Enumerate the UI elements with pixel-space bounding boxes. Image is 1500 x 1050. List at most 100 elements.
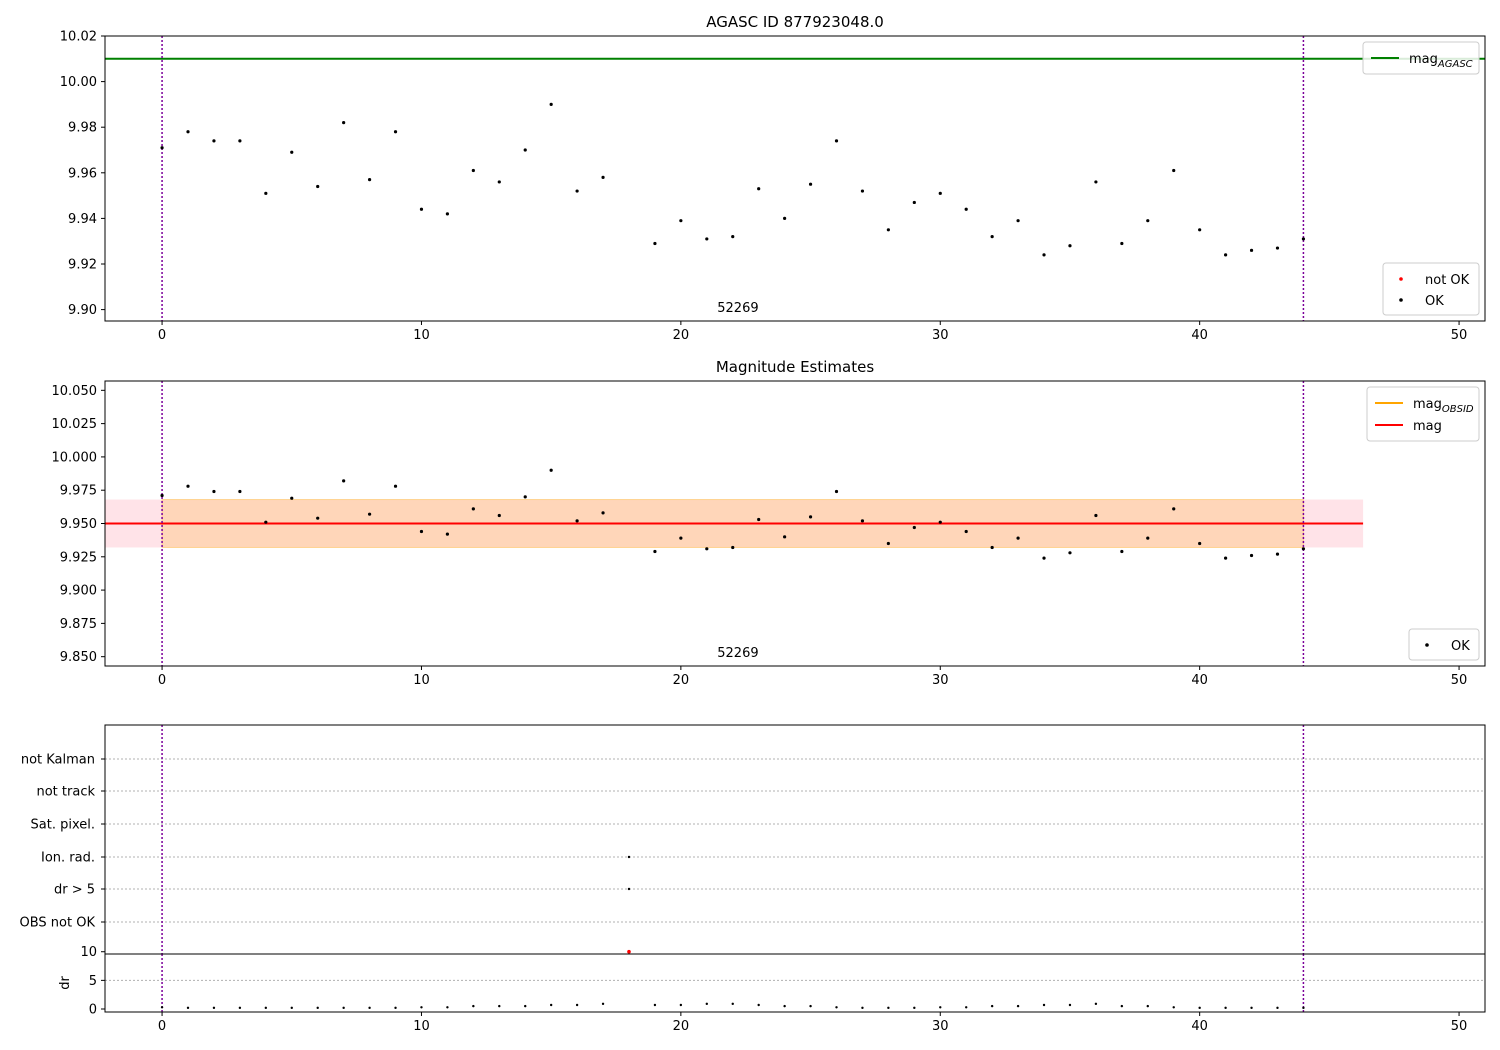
- data-point: [783, 216, 787, 220]
- dr-point: [212, 1006, 216, 1010]
- data-point: [575, 189, 579, 193]
- data-point: [964, 529, 968, 534]
- dr-point: [601, 1002, 605, 1006]
- y-tick-label: 9.94: [68, 212, 97, 227]
- dr-point: [1224, 1006, 1227, 1010]
- data-point: [1198, 228, 1202, 232]
- data-point: [1120, 241, 1124, 246]
- data-point: [575, 519, 579, 523]
- data-point: [1146, 219, 1150, 223]
- dr-point: [1120, 1004, 1124, 1008]
- data-point: [445, 532, 450, 536]
- data-point: [393, 484, 398, 488]
- y-tick-label: 9.850: [60, 650, 97, 665]
- dr-point: [679, 1003, 683, 1007]
- dr-point: [160, 1006, 164, 1009]
- dr-point: [705, 1002, 709, 1006]
- dr-point: [861, 1006, 864, 1010]
- data-point: [679, 219, 683, 223]
- y-tick-label: 9.950: [60, 517, 97, 532]
- data-point: [1224, 253, 1228, 257]
- data-point: [1249, 248, 1254, 252]
- x-tick-label: 40: [1191, 1019, 1208, 1034]
- y-tick-label: 10.00: [60, 75, 97, 90]
- dr-point: [783, 1004, 786, 1008]
- dr-point: [939, 1006, 942, 1009]
- data-point: [834, 139, 839, 143]
- data-point: [549, 102, 553, 106]
- data-point: [264, 520, 268, 524]
- x-tick-label: 20: [673, 1019, 690, 1034]
- data-point: [367, 178, 372, 182]
- data-point: [731, 545, 735, 550]
- dr-point: [342, 1006, 345, 1010]
- data-point: [342, 121, 346, 125]
- data-point: [860, 519, 865, 523]
- dr-point: [731, 1002, 734, 1006]
- data-point: [731, 235, 735, 239]
- flag-label: not track: [36, 785, 95, 800]
- dr-point: [575, 1003, 579, 1007]
- legend-line-label-main: mag: [1413, 419, 1442, 434]
- legend-line-label: mag: [1413, 419, 1442, 434]
- dr-point: [420, 1006, 423, 1009]
- data-point: [186, 484, 190, 488]
- data-point: [705, 547, 709, 551]
- dr-point: [1016, 1004, 1020, 1008]
- y-tick-label: 9.900: [60, 584, 97, 599]
- y-tick-label: 9.98: [68, 121, 97, 136]
- dr-point: [549, 1003, 553, 1007]
- dr-point: [757, 1003, 760, 1007]
- legend-point-swatch: [1425, 643, 1429, 647]
- data-point: [1016, 536, 1020, 540]
- legend-line-label-main: mag: [1409, 52, 1438, 67]
- data-point: [808, 182, 813, 186]
- data-point: [912, 525, 916, 530]
- dr-point: [653, 1003, 657, 1007]
- data-point: [1249, 553, 1254, 558]
- y-tick-label: 9.90: [68, 303, 97, 318]
- data-point: [523, 148, 527, 152]
- flag-label: OBS not OK: [20, 916, 96, 931]
- data-point: [238, 489, 242, 494]
- x-tick-label: 40: [1191, 328, 1208, 343]
- data-point: [264, 191, 268, 195]
- data-point: [886, 228, 890, 232]
- data-point: [290, 496, 294, 500]
- data-point: [523, 495, 527, 499]
- data-point: [316, 516, 320, 520]
- x-tick-label: 0: [158, 673, 166, 688]
- data-point: [1042, 556, 1046, 560]
- chart-title: AGASC ID 877923048.0: [706, 13, 884, 31]
- data-point: [497, 180, 501, 184]
- data-point: [212, 139, 216, 143]
- data-point: [497, 513, 501, 518]
- y-tick-label: 0: [89, 1003, 97, 1018]
- data-point: [938, 191, 942, 195]
- data-point: [419, 207, 424, 211]
- axes-frame: [104, 35, 1486, 322]
- dr-point: [316, 1006, 319, 1010]
- y-tick-label: 9.96: [68, 166, 97, 181]
- data-point: [1275, 552, 1280, 556]
- legend-point-label: OK: [1425, 294, 1444, 309]
- data-point: [1301, 237, 1306, 241]
- data-point: [1146, 536, 1150, 540]
- data-point: [549, 468, 553, 472]
- dr-point: [1094, 1002, 1098, 1006]
- data-point: [1016, 219, 1020, 223]
- dr-point: [809, 1004, 812, 1008]
- x-tick-label: 30: [932, 673, 949, 688]
- agasc-magnitude-panel: AGASC ID 877923048.0 52269 0 10 20 30 40 50 9.90…: [60, 13, 1486, 343]
- dr-point: [1250, 1006, 1253, 1010]
- obsid-label: 52269: [717, 301, 758, 316]
- data-point: [1042, 253, 1046, 257]
- data-point: [808, 515, 813, 519]
- dr-point: [264, 1006, 268, 1010]
- legend-line-label-subscript: OBSID: [1442, 404, 1474, 415]
- x-tick-label: 20: [673, 328, 690, 343]
- x-tick-label: 10: [413, 673, 430, 688]
- data-point: [990, 235, 994, 239]
- data-point: [1301, 547, 1306, 551]
- x-tick-label: 30: [932, 1019, 949, 1034]
